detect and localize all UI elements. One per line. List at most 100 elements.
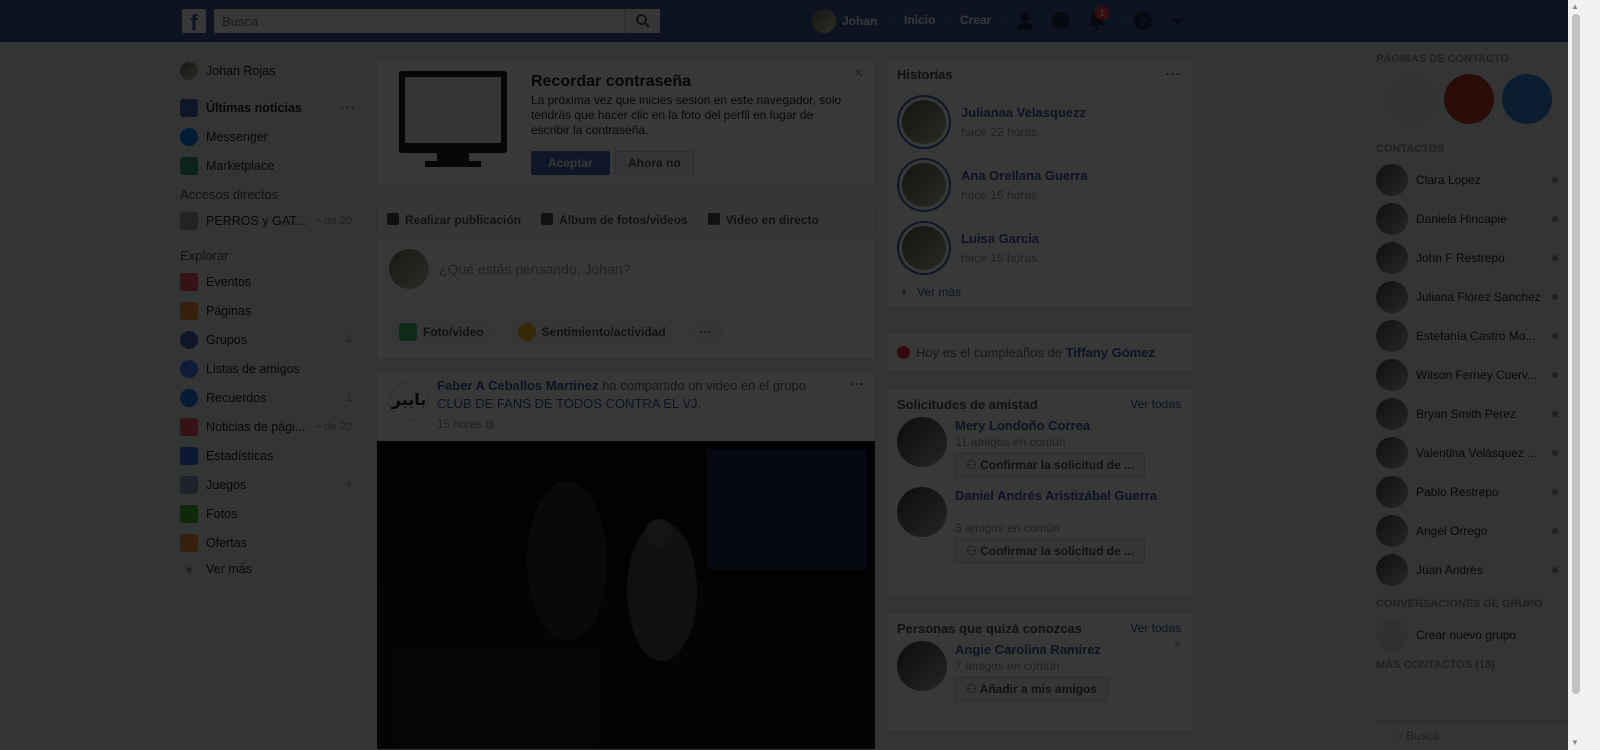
see-all-link[interactable]: Ver todas <box>1130 621 1181 635</box>
tab-photo-album[interactable]: Álbum de fotos/videos <box>541 212 688 227</box>
scroll-up-icon[interactable]: ▲ <box>1571 2 1579 11</box>
search-button[interactable] <box>624 9 660 33</box>
request-name[interactable]: Mery Londoño Correa <box>955 417 1175 434</box>
story-item[interactable]: Luisa Garcia hace 15 horas <box>897 221 1177 277</box>
contact-item[interactable]: Daniela Hincapie <box>1376 199 1568 238</box>
sidebar-item-events[interactable]: Eventos <box>180 267 360 296</box>
feeling-activity-button[interactable]: Sentimiento/actividad <box>505 317 678 347</box>
more-options-icon[interactable]: ··· <box>1166 67 1181 81</box>
contact-item[interactable]: Bryan Smith Perez <box>1376 394 1568 433</box>
scrollbar-thumb[interactable] <box>1572 14 1580 694</box>
add-friend-button[interactable]: ⚇ Añadir a mis amigos <box>955 677 1109 701</box>
friend-requests-icon[interactable] <box>1014 10 1036 32</box>
home-link[interactable]: Inicio <box>904 13 935 27</box>
accept-button[interactable]: Aceptar <box>531 151 610 175</box>
sidebar-item-pages[interactable]: Páginas <box>180 296 360 325</box>
not-now-button[interactable]: Ahora no <box>615 151 694 175</box>
mutual-friends: 7 amigos en común <box>955 659 1060 673</box>
composer-input[interactable]: ¿Qué estás pensando, Johan? <box>439 261 630 277</box>
video-camera-icon <box>707 212 720 225</box>
birthday-text: Hoy es el cumpleaños de Tiffany Gómez <box>897 345 1155 360</box>
search-input[interactable] <box>214 9 660 33</box>
avatar <box>180 61 198 80</box>
account-menu-icon[interactable] <box>1166 10 1188 32</box>
avatar[interactable] <box>897 487 947 537</box>
contact-item[interactable]: Wilson Ferney Cuerv... <box>1376 355 1568 394</box>
facebook-logo-icon[interactable]: f <box>182 9 206 33</box>
suggestion-name[interactable]: Angie Carolina Ramírez <box>955 641 1175 658</box>
post-author[interactable]: Faber A Ceballos Martinez <box>437 378 599 393</box>
online-indicator <box>1552 449 1558 456</box>
contact-name: Juliana Flórez Sanchez <box>1416 289 1541 304</box>
request-name[interactable]: Daniel Andrés Aristizábal Guerra <box>955 487 1175 504</box>
create-link[interactable]: Crear <box>960 13 991 27</box>
more-options-button[interactable]: ··· <box>687 317 724 347</box>
chat-sidebar: PÁGINAS DE CONTACTO CONTACTOS Clara Lope… <box>1376 48 1568 750</box>
photo-video-button[interactable]: Foto/video <box>387 317 496 347</box>
post-group[interactable]: CLUB DE FANS DE TODOS CONTRA EL VJ. <box>437 396 701 411</box>
see-more-label: Ver más <box>206 562 252 576</box>
sidebar-item-offers[interactable]: Ofertas <box>180 528 360 557</box>
contact-item[interactable]: John F Restrepo <box>1376 238 1568 277</box>
see-more-link[interactable]: ▾ Ver más <box>901 285 961 299</box>
birthday-card: Hoy es el cumpleaños de Tiffany Gómez <box>886 332 1194 372</box>
sidebar-item-insights[interactable]: Estadísticas <box>180 441 360 470</box>
close-icon[interactable]: × <box>1174 637 1181 651</box>
scroll-down-icon[interactable]: ▼ <box>1571 738 1579 747</box>
online-indicator <box>1552 488 1558 495</box>
sidebar-item-shortcut[interactable]: PERROS y GAT... + de 20 <box>180 206 360 235</box>
contact-item[interactable]: Juliana Flórez Sanchez <box>1376 277 1568 316</box>
see-more-link[interactable]: ▾ Ver más <box>180 557 360 581</box>
profile-link[interactable]: Johan <box>812 9 877 33</box>
story-item[interactable]: Julianaa Velasquezz hace 22 horas <box>897 95 1177 151</box>
feed-post: بايير Faber A Ceballos Martinez ha compa… <box>376 370 876 750</box>
contact-page-avatar[interactable] <box>1444 74 1494 124</box>
tab-live-video[interactable]: Video en directo <box>707 212 819 227</box>
avatar[interactable] <box>897 641 947 691</box>
contact-item[interactable]: Pablo Restrepo <box>1376 472 1568 511</box>
sidebar-item-news-feed[interactable]: Últimas noticias ··· <box>180 93 360 122</box>
sidebar-item-photos[interactable]: Fotos <box>180 499 360 528</box>
messenger-icon[interactable] <box>1050 10 1072 32</box>
post-timestamp[interactable]: 15 horas ◍ <box>437 417 495 431</box>
story-time: hace 22 horas <box>961 125 1038 139</box>
memories-icon <box>180 388 198 407</box>
photo-icon <box>399 323 417 341</box>
contact-page-avatar[interactable] <box>1386 74 1436 124</box>
sidebar-item-pages-feed[interactable]: Noticias de pági... + de 20 <box>180 412 360 441</box>
confirm-request-button[interactable]: ⚇ Confirmar la solicitud de ... <box>955 539 1146 563</box>
contact-item[interactable]: Clara Lopez <box>1376 160 1568 199</box>
avatar <box>1376 163 1408 196</box>
sidebar-item-friend-lists[interactable]: Listas de amigos <box>180 354 360 383</box>
sidebar-item-messenger[interactable]: Messenger <box>180 122 360 151</box>
confirm-request-button[interactable]: ⚇ Confirmar la solicitud de ... <box>955 453 1146 477</box>
contact-item[interactable]: Estefanía Castro Mo... <box>1376 316 1568 355</box>
help-icon[interactable]: ? <box>1132 10 1154 32</box>
post-composer: Realizar publicación Álbum de fotos/vide… <box>376 200 876 360</box>
chat-search-input[interactable]: ⌕ Busca <box>1376 720 1568 750</box>
sidebar-item-games[interactable]: Juegos 4 <box>180 470 360 499</box>
contact-item[interactable]: Angel Orrego <box>1376 511 1568 550</box>
sidebar-item-marketplace[interactable]: Marketplace <box>180 151 360 180</box>
tab-create-post[interactable]: Realizar publicación <box>387 212 521 227</box>
group-conversations-heading: CONVERSACIONES DE GRUPO <box>1376 598 1543 610</box>
see-all-link[interactable]: Ver todas <box>1130 397 1181 411</box>
sidebar-item-groups[interactable]: Grupos 4 <box>180 325 360 354</box>
contact-page-avatar[interactable] <box>1502 74 1552 124</box>
contact-item[interactable]: Juan Andrés <box>1376 550 1568 589</box>
close-icon[interactable]: × <box>854 65 863 83</box>
create-group-button[interactable]: Crear nuevo grupo <box>1376 615 1568 654</box>
story-item[interactable]: Ana Orellana Guerra hace 16 horas <box>897 158 1177 214</box>
sidebar-item-memories[interactable]: Recuerdos 1 <box>180 383 360 412</box>
video-player[interactable] <box>377 441 875 749</box>
contact-item[interactable]: Valentina Velásquez ... <box>1376 433 1568 472</box>
avatar[interactable]: بايير <box>389 381 429 421</box>
birthday-name[interactable]: Tiffany Gómez <box>1066 345 1155 360</box>
sidebar-item-profile[interactable]: Johan Rojas <box>180 56 360 85</box>
sidebar-item-label: Recuerdos <box>206 390 267 405</box>
post-options-icon[interactable]: ··· <box>850 377 865 391</box>
avatar[interactable] <box>897 417 947 467</box>
avatar <box>1376 280 1408 313</box>
page-scrollbar[interactable]: ▲ ▼ <box>1568 0 1600 750</box>
more-options-icon[interactable]: ··· <box>341 101 357 115</box>
